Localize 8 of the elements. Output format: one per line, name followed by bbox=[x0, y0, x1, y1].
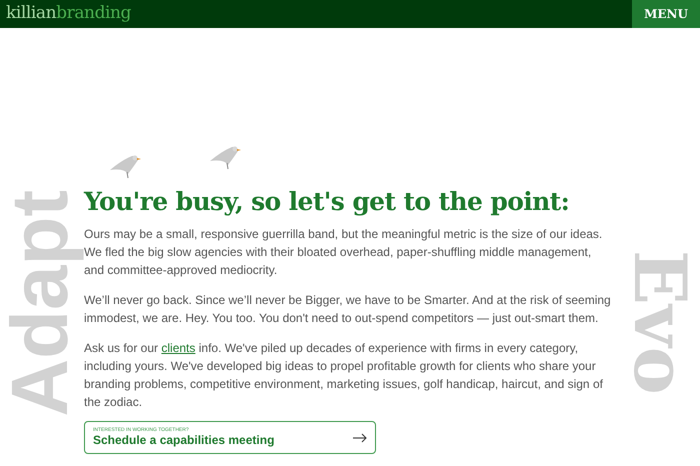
clients-link[interactable]: clients bbox=[161, 341, 196, 356]
logo-link[interactable]: killianbranding bbox=[0, 1, 132, 27]
arrow-right-icon bbox=[353, 432, 367, 443]
main-heading: You're busy, so let's get to the point: bbox=[84, 186, 570, 216]
body-paragraph: Ask us for our clients info. We've piled up decades of experience with firms in every category, including yours. We've developed big ideas to propel profitable growth for clients who share your branding problems, competitive environment, marketing issues, golf handicap, haircut, and sign of the zodiac. bbox=[84, 340, 604, 412]
menu-button[interactable]: MENU bbox=[632, 0, 700, 28]
body-paragraph: We’ll never go back. Since we’ll never be Bigger, we have to be Smarter. And at the risk of seeming immodest, we are. Hey. You too. You don't need to out-spend competitors — just out-smart them. bbox=[84, 292, 612, 328]
body-paragraph: Ours may be a small, responsive guerrilla band, but the meaningful metric is the size of our ideas. We fled the big slow agencies with their bloated overhead, paper-shuffling middle management, and committee-approved mediocrity. bbox=[84, 226, 604, 280]
